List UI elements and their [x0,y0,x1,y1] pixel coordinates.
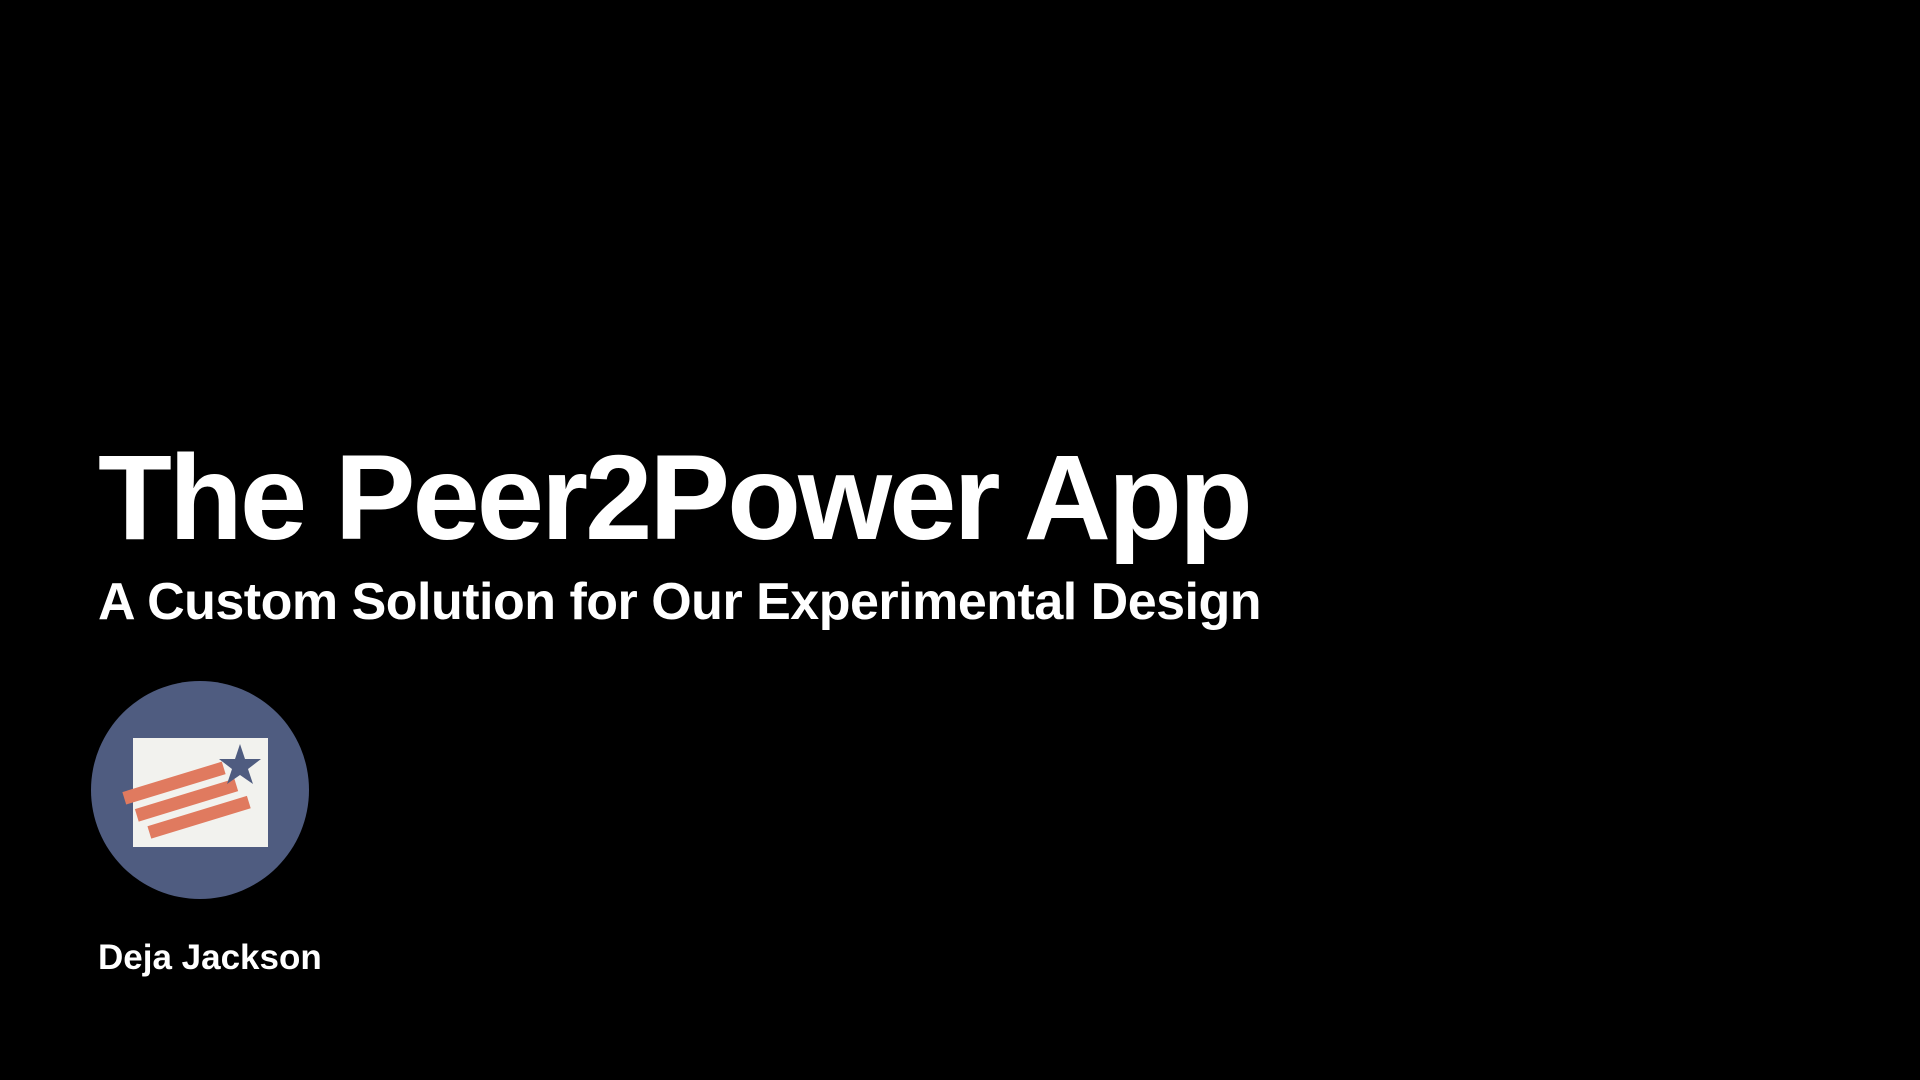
author-name: Deja Jackson [98,938,322,977]
slide: The Peer2Power App A Custom Solution for… [0,0,1920,1080]
slide-title: The Peer2Power App [98,429,1253,565]
flag-star-logo-icon [91,681,309,899]
slide-subtitle: A Custom Solution for Our Experimental D… [98,573,1262,631]
